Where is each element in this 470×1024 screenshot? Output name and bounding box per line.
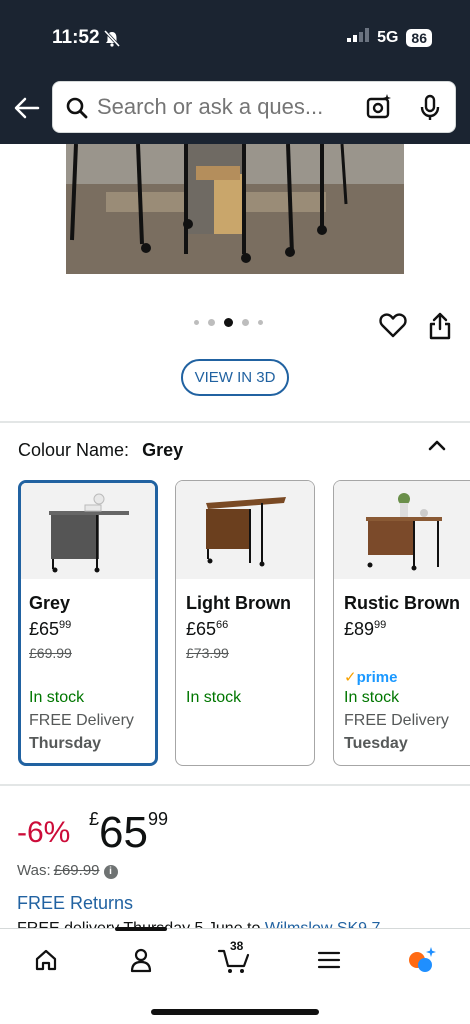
pager-dot-active[interactable] [224, 318, 233, 327]
battery-icon: 86 [406, 28, 432, 47]
colour-swatch-grey[interactable]: Grey £6599 £69.99 In stock FREE Delivery… [18, 480, 158, 766]
info-icon[interactable]: i [103, 865, 118, 879]
swatch-price: £8999 [344, 619, 387, 639]
header [0, 78, 470, 144]
swatch-stock: In stock [186, 689, 242, 706]
heart-icon [379, 313, 407, 338]
nav-menu[interactable] [309, 943, 349, 977]
view-in-3d-button[interactable]: VIEW IN 3D [181, 359, 289, 396]
swatch-stock: In stock [344, 689, 400, 706]
image-pager[interactable] [194, 318, 263, 327]
was-price: £69.99 [53, 862, 100, 879]
swatch-delivery: FREE Delivery [344, 712, 449, 729]
menu-icon [317, 951, 341, 969]
wishlist-button[interactable] [379, 312, 407, 343]
swatch-price: £6566 [186, 619, 229, 639]
back-arrow-icon [14, 97, 40, 119]
swatch-name: Grey [29, 593, 71, 613]
home-icon [35, 949, 57, 971]
rufus-ai-icon [409, 947, 436, 972]
nav-cart[interactable]: 38 [214, 939, 254, 977]
colour-label: Colour Name: [18, 440, 130, 460]
colour-swatch-light-brown[interactable]: Light Brown £6566 £73.99 In stock [175, 480, 315, 766]
back-button[interactable] [12, 93, 42, 123]
nav-account[interactable] [121, 943, 161, 977]
pager-dot[interactable] [258, 320, 263, 325]
share-button[interactable] [428, 312, 452, 345]
swatch-was-price: £69.99 [29, 645, 72, 661]
swatch-image [334, 481, 470, 579]
selected-colour: Grey [142, 440, 184, 460]
status-time: 11:52 [52, 27, 100, 48]
home-indicator [151, 1009, 319, 1015]
swatch-delivery: FREE Delivery [29, 712, 134, 729]
nav-home[interactable] [26, 943, 66, 977]
active-tab-indicator [115, 927, 167, 931]
free-returns-link[interactable]: FREE Returns [17, 893, 133, 914]
pager-dot[interactable] [242, 319, 249, 326]
swatch-name: Light Brown [186, 593, 291, 613]
pager-dot[interactable] [208, 319, 215, 326]
search-input[interactable] [97, 92, 357, 122]
collapse-button[interactable] [428, 438, 446, 456]
swatch-image [176, 481, 314, 579]
section-divider [0, 421, 470, 423]
share-icon [429, 312, 451, 340]
swatch-price: £6599 [29, 619, 72, 639]
user-icon [130, 948, 152, 973]
signal-icon [347, 28, 370, 47]
search-bar[interactable] [52, 81, 456, 133]
cart-count: 38 [230, 939, 244, 953]
colour-swatch-rustic-brown[interactable]: Rustic Brown £8999 ✓prime In stock FREE … [333, 480, 470, 766]
nav-rufus[interactable] [402, 943, 442, 977]
bottom-nav: 38 [0, 927, 470, 1024]
swatch-image [21, 483, 155, 579]
section-divider [0, 784, 470, 786]
product-image[interactable] [66, 144, 404, 274]
swatch-stock: In stock [29, 689, 85, 706]
microphone-icon[interactable] [419, 94, 441, 127]
chevron-up-icon [428, 440, 446, 451]
delivery-line: FREE delivery Thursday 5 June to Wilmslo… [17, 920, 457, 928]
swatch-name: Rustic Brown [344, 593, 461, 613]
silent-bell-icon [103, 29, 121, 53]
pager-dot[interactable] [194, 320, 199, 325]
current-price: £6599 [89, 808, 168, 857]
swatch-was-price: £73.99 [186, 645, 229, 661]
discount-percent: -6% [17, 816, 71, 849]
swatch-delivery-day: Tuesday [344, 735, 408, 752]
prime-badge: ✓prime [344, 669, 398, 686]
status-bar: 11:52 5G 86 [0, 0, 470, 78]
swatch-delivery-day: Thursday [29, 735, 102, 752]
was-price-line: Was: £69.99 i [17, 862, 118, 879]
prime-check-icon: ✓ [344, 669, 357, 686]
network-label: 5G [377, 28, 399, 46]
search-icon [65, 96, 89, 125]
camera-search-icon[interactable] [365, 93, 393, 126]
colour-name-row: Colour Name: Grey [18, 440, 183, 461]
